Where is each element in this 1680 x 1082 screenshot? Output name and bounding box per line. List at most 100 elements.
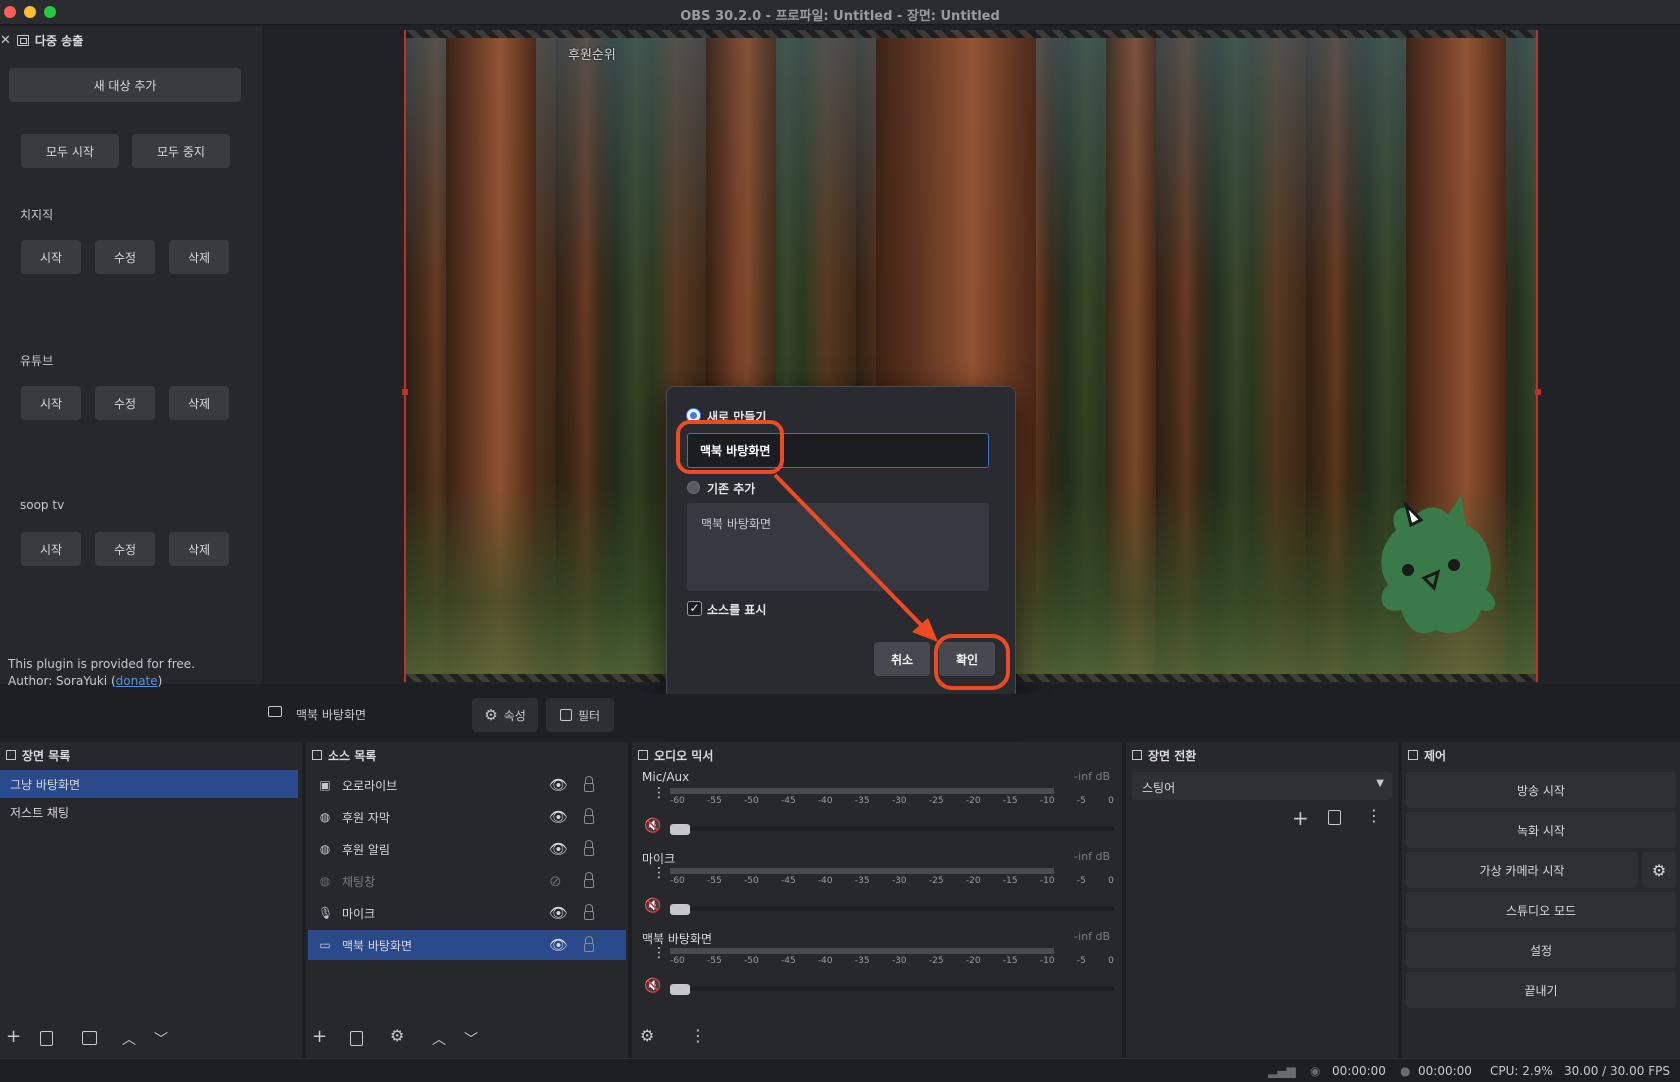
volume-slider[interactable] <box>670 827 1114 831</box>
lock-icon[interactable] <box>584 904 594 920</box>
image-icon: ▣ <box>319 778 331 792</box>
lock-icon[interactable] <box>584 840 594 856</box>
add-scene-icon[interactable]: + <box>6 1026 21 1050</box>
start-recording-button[interactable]: 녹화 시작 <box>1406 812 1676 848</box>
track-menu-icon[interactable]: ⋮ <box>652 786 666 800</box>
transitions-dock-title: 장면 전환 <box>1132 746 1196 764</box>
volume-slider-knob[interactable] <box>670 984 690 995</box>
eye-icon[interactable]: 👁 <box>549 904 568 922</box>
start-all-button[interactable]: 모두 시작 <box>21 134 119 168</box>
show-source-label: 소스를 표시 <box>707 603 767 617</box>
chzzk-edit-button[interactable]: 수정 <box>95 240 155 274</box>
exit-button[interactable]: 끝내기 <box>1406 972 1676 1008</box>
eye-icon[interactable]: 👁 <box>549 936 568 954</box>
volume-meter <box>670 788 1054 794</box>
source-item-3[interactable]: ◍ 채팅창 ⊘ <box>308 866 626 896</box>
add-transition-icon[interactable]: + <box>1292 806 1309 830</box>
volume-slider[interactable] <box>670 987 1114 991</box>
gear-icon: ⚙ <box>484 706 498 724</box>
youtube-start-button[interactable]: 시작 <box>21 386 81 420</box>
show-source-checkbox[interactable]: ✓ <box>687 601 702 616</box>
add-target-button[interactable]: 새 대상 추가 <box>9 68 241 102</box>
settings-button[interactable]: 설정 <box>1406 932 1676 968</box>
browser-icon: ◍ <box>319 842 331 856</box>
close-dock-icon[interactable]: ✕ <box>0 33 11 48</box>
scene-filter-icon[interactable] <box>82 1031 97 1045</box>
add-existing-radio[interactable] <box>687 481 700 494</box>
mute-icon[interactable]: 🔇 <box>644 898 661 914</box>
track-menu-icon[interactable]: ⋮ <box>652 946 666 960</box>
youtube-delete-button[interactable]: 삭제 <box>169 386 229 420</box>
move-down-icon[interactable]: ﹀ <box>154 1029 168 1053</box>
volume-meter <box>670 948 1054 954</box>
filters-button[interactable]: 필터 <box>546 698 614 732</box>
fps-readout: 30.00 / 30.00 FPS <box>1564 1064 1670 1078</box>
multistream-dock-title: ✕ 다중 송출 <box>0 32 84 48</box>
studio-mode-button[interactable]: 스튜디오 모드 <box>1406 892 1676 928</box>
dock-icon <box>638 750 648 760</box>
cancel-button[interactable]: 취소 <box>874 642 930 676</box>
lock-icon[interactable] <box>584 776 594 792</box>
mute-icon[interactable]: 🔇 <box>644 978 661 994</box>
gear-icon[interactable]: ⚙ <box>1642 852 1676 888</box>
move-up-icon[interactable]: ︿ <box>122 1029 136 1053</box>
scene-item-1[interactable]: 저스트 채팅 <box>0 798 298 826</box>
chzzk-delete-button[interactable]: 삭제 <box>169 240 229 274</box>
source-item-4[interactable]: 🎙 마이크 👁 <box>308 898 626 928</box>
donate-link[interactable]: donate <box>116 674 158 688</box>
selected-source-label: 맥북 바탕화면 <box>296 708 367 722</box>
dock-icon <box>6 750 16 760</box>
properties-button[interactable]: ⚙ 속성 <box>472 698 538 732</box>
lock-icon[interactable] <box>584 808 594 824</box>
advanced-audio-icon[interactable]: ⚙ <box>640 1026 654 1050</box>
soop-start-button[interactable]: 시작 <box>21 532 81 566</box>
track-menu-icon[interactable]: ⋮ <box>652 866 666 880</box>
lock-icon[interactable] <box>584 936 594 952</box>
soop-delete-button[interactable]: 삭제 <box>169 532 229 566</box>
eye-icon[interactable]: 👁 <box>549 808 568 826</box>
resize-handle-right[interactable] <box>1535 389 1541 395</box>
mute-icon[interactable]: 🔇 <box>644 818 661 834</box>
mixer-track-2: 맥북 바탕화면 -inf dB ⋮ -60 -55 -50 -45 -40 -35 -30-… <box>642 930 1114 995</box>
source-item-5[interactable]: ▭ 맥북 바탕화면 👁 <box>308 930 626 960</box>
meter-ticks: -60 -55 -50 -45 -40 -35 -30 -25 -20 -15 -10 -5 0 <box>670 796 1114 806</box>
eye-icon[interactable]: 👁 <box>549 776 568 794</box>
title-bar: OBS 30.2.0 - 프로파일: Untitled - 장면: Untitl… <box>0 0 1680 25</box>
sources-dock-title: 소스 목록 <box>312 746 376 764</box>
lock-icon[interactable] <box>584 872 594 888</box>
move-down-icon[interactable]: ﹀ <box>464 1029 478 1053</box>
trash-icon[interactable] <box>1328 810 1341 825</box>
existing-sources-list[interactable]: 맥북 바탕화면 <box>687 503 989 591</box>
source-item-2[interactable]: ◍ 후원 알림 👁 <box>308 834 626 864</box>
mixer-track-1: 마이크 -inf dB ⋮ -60 -55 -50 -45 -40 -35 -30 -25 -2… <box>642 850 1114 915</box>
stop-all-button[interactable]: 모두 중지 <box>132 134 230 168</box>
resize-handle-left[interactable] <box>402 389 408 395</box>
source-item-0[interactable]: ▣ 오로라이브 👁 <box>308 770 626 800</box>
soop-edit-button[interactable]: 수정 <box>95 532 155 566</box>
stream-status-icon: ◉ <box>1310 1064 1321 1078</box>
list-item[interactable]: 맥북 바탕화면 <box>701 515 771 532</box>
dock-float-icon[interactable] <box>16 34 29 46</box>
start-virtual-camera-button[interactable]: 가상 카메라 시작 <box>1406 852 1638 888</box>
chzzk-start-button[interactable]: 시작 <box>21 240 81 274</box>
volume-slider-knob[interactable] <box>670 904 690 915</box>
move-up-icon[interactable]: ︿ <box>432 1029 446 1053</box>
volume-slider-knob[interactable] <box>670 824 690 835</box>
start-streaming-button[interactable]: 방송 시작 <box>1406 772 1676 808</box>
scene-item-0[interactable]: 그냥 바탕화면 <box>0 770 298 798</box>
more-options-icon[interactable]: ⋮ <box>1366 806 1382 825</box>
trash-icon[interactable] <box>350 1031 363 1046</box>
controls-dock-title: 제어 <box>1408 746 1446 764</box>
multistream-dock: ✕ 다중 송출 새 대상 추가 모두 시작 모두 중지 치지직 시작 수정 삭제… <box>0 26 262 688</box>
add-source-icon[interactable]: + <box>312 1026 327 1050</box>
youtube-edit-button[interactable]: 수정 <box>95 386 155 420</box>
source-item-1[interactable]: ◍ 후원 자막 👁 <box>308 802 626 832</box>
more-options-icon[interactable]: ⋮ <box>690 1026 706 1050</box>
volume-slider[interactable] <box>670 907 1114 911</box>
annotation-ring-ok <box>934 634 1010 690</box>
eye-hidden-icon[interactable]: ⊘ <box>549 872 562 890</box>
gear-icon[interactable]: ⚙ <box>390 1026 404 1050</box>
transition-select[interactable]: 스팅어 ▼ <box>1132 772 1392 800</box>
eye-icon[interactable]: 👁 <box>549 840 568 858</box>
trash-icon[interactable] <box>40 1031 53 1046</box>
